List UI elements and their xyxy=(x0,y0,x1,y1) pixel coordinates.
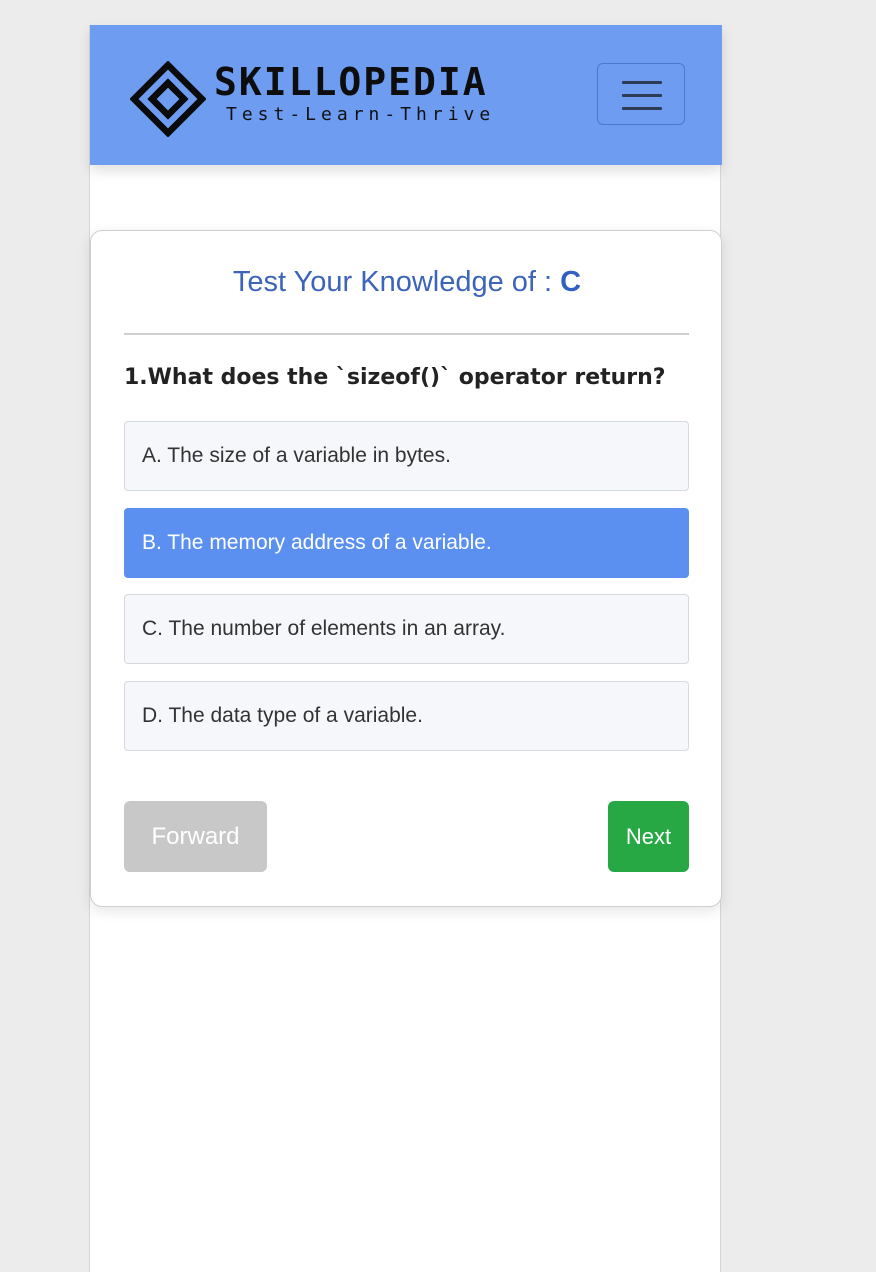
menu-bar xyxy=(622,94,662,97)
menu-bar xyxy=(622,107,662,110)
quiz-title-prefix: Test Your Knowledge of : xyxy=(232,266,561,298)
title-divider xyxy=(124,333,689,335)
quiz-subject: C xyxy=(560,266,582,298)
menu-bar xyxy=(622,81,662,84)
option-a[interactable]: A. The size of a variable in bytes. xyxy=(124,421,689,491)
option-c[interactable]: C. The number of elements in an array. xyxy=(124,594,689,664)
diamond-logo-icon xyxy=(130,61,206,137)
menu-toggle-button[interactable] xyxy=(597,63,685,125)
quiz-title: Test Your Knowledge of : C xyxy=(91,264,723,300)
option-b[interactable]: B. The memory address of a variable. xyxy=(124,508,689,578)
question-text: 1.What does the `sizeof()` operator retu… xyxy=(124,365,666,390)
navbar: SKILLOPEDIA Test-Learn-Thrive xyxy=(90,25,722,165)
brand-logo[interactable]: SKILLOPEDIA Test-Learn-Thrive xyxy=(130,61,530,137)
brand-name: SKILLOPEDIA xyxy=(214,60,488,104)
page: SKILLOPEDIA Test-Learn-Thrive Test Your … xyxy=(89,25,722,1272)
brand-tagline: Test-Learn-Thrive xyxy=(226,104,496,125)
next-button[interactable]: Next xyxy=(608,801,689,872)
quiz-card: Test Your Knowledge of : C 1.What does t… xyxy=(90,230,722,907)
forward-button[interactable]: Forward xyxy=(124,801,267,872)
option-d[interactable]: D. The data type of a variable. xyxy=(124,681,689,751)
